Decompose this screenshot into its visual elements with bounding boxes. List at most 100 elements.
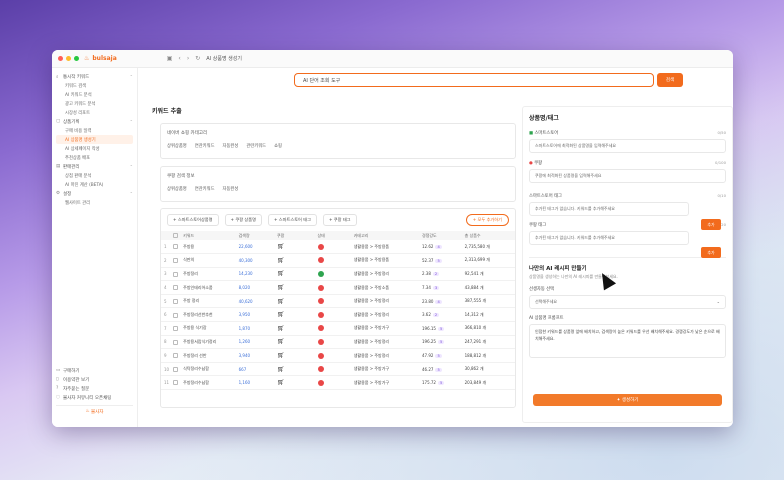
prompt-textarea[interactable]: 인접한 키워드를 상품명 앞에 배치하고, 검색량이 높은 키워드를 우선 배치… bbox=[529, 324, 726, 358]
sidebar-item[interactable]: 키워드 검색 bbox=[56, 81, 133, 90]
row-checkbox[interactable] bbox=[172, 380, 178, 386]
back-icon[interactable]: ‹ bbox=[178, 55, 180, 62]
sidebar-link-faq[interactable]: ? 자주묻는 질문 bbox=[56, 384, 133, 393]
row-checkbox[interactable] bbox=[172, 312, 178, 318]
sidebar-link-terms[interactable]: ▯ 이용약관 보기 bbox=[56, 375, 133, 384]
cart-icon[interactable]: 🛒︎ bbox=[277, 379, 285, 386]
table-row[interactable]: 6 주방정리선반추천 3,950 🛒︎ 생활용품 > 주방정리 3.62 2 14,312 개 bbox=[161, 307, 515, 323]
row-checkbox[interactable] bbox=[172, 366, 178, 372]
row-checkbox[interactable] bbox=[172, 339, 178, 345]
table-row[interactable]: 10 식탁정리수납함 667 🛒︎ 생활용품 > 주방가구 46.27 5 30,862 개 bbox=[161, 362, 515, 377]
sidebar-section-sales[interactable]: ▤ 판매관리 ⌃ bbox=[56, 162, 133, 171]
add-smartstore-name-button[interactable]: + 스마트스토어상품명 bbox=[167, 214, 219, 226]
tab-title[interactable]: AI 상품명 생성기 bbox=[206, 55, 242, 62]
cart-icon[interactable]: 🛒︎ bbox=[277, 352, 285, 359]
cart-icon[interactable]: 🛒︎ bbox=[277, 284, 285, 291]
competition-value: 196.25 bbox=[421, 339, 436, 345]
level-badge: 5 bbox=[437, 326, 445, 331]
source-chip[interactable]: 상위상품명 bbox=[167, 143, 187, 149]
add-smartstore-tag-button[interactable]: 추가 bbox=[701, 219, 721, 230]
gear-icon: ⚙ bbox=[56, 191, 61, 196]
source-chip[interactable]: 관련키워드 bbox=[246, 143, 266, 149]
source-chip[interactable]: 상위상품명 bbox=[167, 186, 187, 192]
sidebar-link-purchase[interactable]: ▭ 구매하기 bbox=[56, 366, 133, 375]
source-chip[interactable]: 쇼핑 bbox=[274, 143, 282, 149]
row-checkbox[interactable] bbox=[172, 285, 178, 291]
column-header[interactable]: 쿠팡 bbox=[273, 231, 315, 240]
sidebar-item-ai-name-generator[interactable]: AI 상품명 생성기 bbox=[56, 135, 133, 144]
smartstore-tag-input[interactable]: 추가된 태그가 없습니다. 키워드를 추가해주세요 bbox=[529, 202, 689, 216]
cart-icon[interactable]: 🛒︎ bbox=[277, 243, 285, 250]
cart-icon[interactable]: 🛒︎ bbox=[277, 325, 285, 332]
generate-button[interactable]: ✦ 생성하기 bbox=[533, 394, 722, 406]
add-coupang-name-button[interactable]: + 쿠팡 상품명 bbox=[224, 214, 262, 226]
coupang-tag-input[interactable]: 추가된 태그가 없습니다. 키워드를 추가해주세요 bbox=[529, 231, 689, 245]
source-chip[interactable]: 자동완성 bbox=[223, 143, 239, 149]
maximize-dot[interactable] bbox=[74, 56, 79, 61]
source-chip[interactable]: 연관키워드 bbox=[195, 186, 215, 192]
recipe-select[interactable]: 선택해주세요 ⌄ bbox=[529, 295, 726, 309]
add-coupang-tag-button[interactable]: 추가 bbox=[701, 247, 721, 258]
table-row[interactable]: 4 주방인테리어소품 8,020 🛒︎ 생활용품 > 주방소품 7.34 3 43,884 개 bbox=[161, 280, 515, 295]
table-row[interactable]: 1 주방용 22,600 🛒︎ 생활용품 > 주방용품 12.62 4 2,735,580 개 bbox=[161, 240, 515, 255]
sidebar-section-settings[interactable]: ⚙ 설정 ⌃ bbox=[56, 189, 133, 198]
table-row[interactable]: 3 주방정리 14,230 🛒︎ 생활용품 > 주방정리 2.38 2 92,541 개 bbox=[161, 267, 515, 282]
sidebar-item[interactable]: AI 상세페이지 작성 bbox=[56, 144, 133, 153]
table-row[interactable]: 9 주방정리 선반 3,940 🛒︎ 생활용품 > 주방정리 47.92 5 188,812 … bbox=[161, 348, 515, 363]
row-checkbox[interactable] bbox=[172, 258, 178, 264]
table-row[interactable]: 5 주방 정리 40,620 🛒︎ 생활용품 > 주방정리 23.80 4 387,555 개 bbox=[161, 294, 515, 309]
cart-icon[interactable]: 🛒︎ bbox=[277, 270, 285, 277]
refresh-icon[interactable]: ↻ bbox=[195, 55, 200, 62]
table-row[interactable]: 2 식판의 40,300 🛒︎ 생활용품 > 주방용품 52.37 5 2,313,699 개 bbox=[161, 253, 515, 268]
add-coupang-tag-button[interactable]: + 쿠팡 태그 bbox=[322, 214, 357, 226]
source-chip[interactable]: 자동완성 bbox=[223, 186, 239, 192]
column-header[interactable]: 상태 bbox=[314, 231, 351, 240]
sidebar-section-planning[interactable]: ▢ 상품기획 ⌃ bbox=[56, 117, 133, 126]
select-all-checkbox[interactable] bbox=[172, 233, 178, 239]
row-checkbox[interactable] bbox=[172, 271, 178, 277]
cart-icon[interactable]: 🛒︎ bbox=[277, 298, 285, 305]
sidebar-toggle-icon[interactable]: ▣ bbox=[167, 55, 173, 62]
column-header[interactable]: 카테고리 bbox=[350, 231, 419, 240]
naver-source-card: 네이버 쇼핑 카테고리 상위상품명 연관키워드 자동완성 관련키워드 쇼핑 bbox=[160, 123, 516, 159]
close-dot[interactable] bbox=[58, 56, 63, 61]
table-row[interactable]: 8 주방용서랍식기정리 1,260 🛒︎ 생활용품 > 주방정리 196.25 5 247,2… bbox=[161, 335, 515, 350]
document-icon: ▯ bbox=[56, 377, 59, 382]
row-number: 10 bbox=[161, 362, 170, 377]
row-checkbox[interactable] bbox=[172, 244, 178, 250]
sidebar-item[interactable]: 광고 키워드 분석 bbox=[56, 99, 133, 108]
sidebar-item[interactable]: AI 키워드 분석 bbox=[56, 90, 133, 99]
sidebar-section-keyword[interactable]: ⌕ 통시작 키워드 ⌃ bbox=[56, 72, 133, 81]
column-header[interactable]: 검색량 bbox=[235, 231, 274, 240]
sidebar-item[interactable]: 추천상품 배포 bbox=[56, 153, 133, 162]
keyword-cell: 식탁정리수납함 bbox=[180, 362, 236, 377]
sidebar-item[interactable]: 상점 판매 분석 bbox=[56, 171, 133, 180]
sidebar-item[interactable]: AI 마진 계산 (BETA) bbox=[56, 180, 133, 189]
forward-icon[interactable]: › bbox=[187, 55, 189, 62]
card-label: 쿠팡 검색 정보 bbox=[167, 174, 195, 179]
sidebar-item[interactable]: 시장성 리포트 bbox=[56, 108, 133, 117]
table-row[interactable]: 7 주방용 식기장 1,870 🛒︎ 생활용품 > 주방가구 196.15 5 366,810… bbox=[161, 321, 515, 336]
table-row[interactable]: 11 주방정리수납함 1,160 🛒︎ 생활용품 > 주방가구 175.72 5 203,84… bbox=[161, 375, 515, 391]
column-header[interactable]: 키워드 bbox=[180, 231, 236, 240]
search-button[interactable]: 검색 bbox=[657, 73, 683, 87]
row-checkbox[interactable] bbox=[172, 353, 178, 359]
coupang-name-input[interactable]: 쿠팡에 최적화된 상품명을 입력해주세요 bbox=[529, 169, 726, 183]
add-all-button[interactable]: + 모두 추가하기 bbox=[465, 214, 509, 226]
cart-icon[interactable]: 🛒︎ bbox=[277, 338, 285, 345]
column-header[interactable]: 경쟁강도 bbox=[418, 231, 462, 240]
search-input[interactable]: AI 단어 조회 도구 bbox=[294, 73, 654, 87]
row-checkbox[interactable] bbox=[172, 298, 178, 304]
cart-icon[interactable]: 🛒︎ bbox=[277, 311, 285, 318]
cart-icon[interactable]: 🛒︎ bbox=[277, 257, 285, 264]
smartstore-name-input[interactable]: 스마트스토어에 최적화된 상품명을 입력해주세요 bbox=[529, 139, 726, 153]
sidebar-link-community[interactable]: ◌ 불사자 커뮤니티 오픈채팅 bbox=[56, 393, 133, 402]
source-chip[interactable]: 연관키워드 bbox=[195, 143, 215, 149]
sidebar-item[interactable]: 구매 비용 일력 bbox=[56, 126, 133, 135]
row-checkbox[interactable] bbox=[172, 326, 178, 332]
sidebar-item[interactable]: 웹사이트 관리 bbox=[56, 198, 133, 207]
add-smartstore-tag-button[interactable]: + 스마트스토어 태그 bbox=[267, 214, 317, 226]
minimize-dot[interactable] bbox=[66, 56, 71, 61]
cart-icon[interactable]: 🛒︎ bbox=[277, 366, 285, 373]
column-header[interactable]: 총 상품수 bbox=[461, 231, 515, 240]
